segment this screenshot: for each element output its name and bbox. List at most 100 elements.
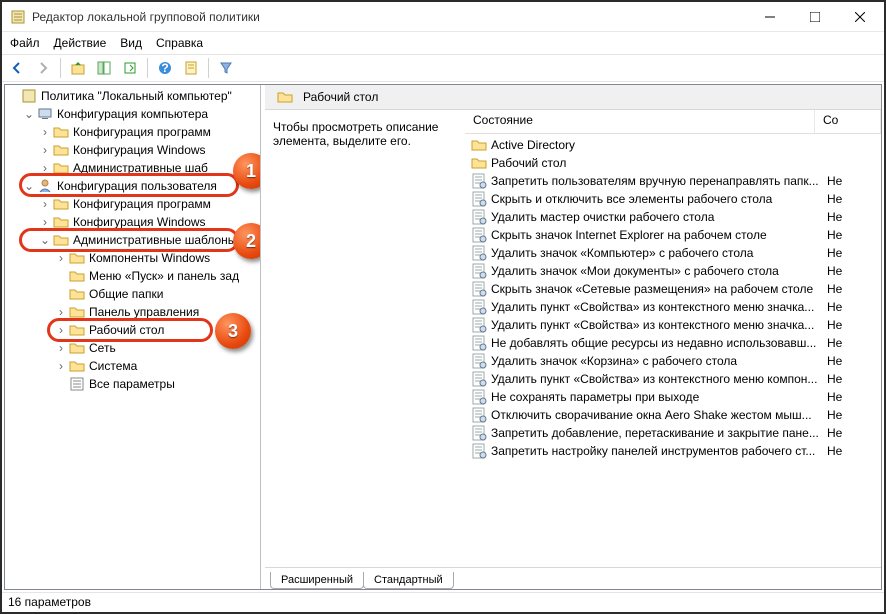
folder-icon xyxy=(53,160,69,176)
folder-icon xyxy=(53,214,69,230)
filter-button[interactable] xyxy=(215,57,237,79)
list-item[interactable]: Рабочий стол xyxy=(465,154,881,172)
list-item[interactable]: Не сохранять параметры при выходеНе xyxy=(465,388,881,406)
tab-standard[interactable]: Стандартный xyxy=(363,572,454,589)
list-header: Состояние Со xyxy=(465,110,881,134)
settings-list-icon xyxy=(69,376,85,392)
column-state[interactable]: Состояние xyxy=(465,110,815,133)
tree-user-windows[interactable]: ›Конфигурация Windows xyxy=(7,213,258,231)
close-button[interactable] xyxy=(837,3,882,31)
tab-extended[interactable]: Расширенный xyxy=(270,572,364,589)
list-item[interactable]: Удалить значок «Мои документы» с рабочег… xyxy=(465,262,881,280)
workspace: Политика "Локальный компьютер" ⌄Конфигур… xyxy=(4,84,882,590)
list-item[interactable]: Удалить мастер очистки рабочего столаНе xyxy=(465,208,881,226)
title-bar: Редактор локальной групповой политики xyxy=(2,2,884,32)
chevron-down-icon[interactable]: ⌄ xyxy=(39,234,51,246)
setting-icon xyxy=(471,407,487,423)
tree-admin-allsettings[interactable]: Все параметры xyxy=(7,375,258,393)
back-button[interactable] xyxy=(6,57,28,79)
chevron-right-icon[interactable]: › xyxy=(39,198,51,210)
chevron-right-icon[interactable]: › xyxy=(55,306,67,318)
details-panel: Рабочий стол Чтобы просмотреть описание … xyxy=(265,85,881,589)
list-item-value: Не xyxy=(821,354,842,368)
menu-view[interactable]: Вид xyxy=(120,36,142,50)
properties-button[interactable] xyxy=(180,57,202,79)
folder-icon xyxy=(53,142,69,158)
folder-icon xyxy=(53,196,69,212)
menu-file[interactable]: Файл xyxy=(10,36,40,50)
settings-list: Active DirectoryРабочий столЗапретить по… xyxy=(465,134,881,460)
tree-user-software[interactable]: ›Конфигурация программ xyxy=(7,195,258,213)
list-item[interactable]: Запретить настройку панелей инструментов… xyxy=(465,442,881,460)
menu-action[interactable]: Действие xyxy=(54,36,107,50)
tree-computer-config[interactable]: ⌄Конфигурация компьютера xyxy=(7,105,258,123)
app-icon xyxy=(10,9,26,25)
list-item-value: Не xyxy=(821,390,842,404)
list-item[interactable]: Скрыть значок «Сетевые размещения» на ра… xyxy=(465,280,881,298)
chevron-right-icon[interactable]: › xyxy=(39,216,51,228)
chevron-right-icon[interactable]: › xyxy=(39,126,51,138)
list-item[interactable]: Отключить сворачивание окна Aero Shake ж… xyxy=(465,406,881,424)
chevron-down-icon[interactable]: ⌄ xyxy=(23,108,35,120)
list-item[interactable]: Запретить добавление, перетаскивание и з… xyxy=(465,424,881,442)
tree-admin-components[interactable]: ›Компоненты Windows xyxy=(7,249,258,267)
list-item[interactable]: Удалить пункт «Свойства» из контекстного… xyxy=(465,316,881,334)
tree-comp-windows[interactable]: ›Конфигурация Windows xyxy=(7,141,258,159)
chevron-right-icon[interactable]: › xyxy=(39,162,51,174)
tree-comp-admin[interactable]: ›Административные шаб xyxy=(7,159,258,177)
up-button[interactable] xyxy=(67,57,89,79)
list-item[interactable]: Скрыть значок Internet Explorer на рабоч… xyxy=(465,226,881,244)
maximize-button[interactable] xyxy=(792,3,837,31)
setting-icon xyxy=(471,173,487,189)
chevron-down-icon[interactable]: ⌄ xyxy=(23,180,35,192)
export-list-button[interactable] xyxy=(119,57,141,79)
chevron-right-icon[interactable]: › xyxy=(55,252,67,264)
folder-icon xyxy=(69,322,85,338)
folder-icon xyxy=(277,89,293,105)
tree-root[interactable]: Политика "Локальный компьютер" xyxy=(7,87,258,105)
list-item[interactable]: Удалить значок «Компьютер» с рабочего ст… xyxy=(465,244,881,262)
forward-button[interactable] xyxy=(32,57,54,79)
list-item[interactable]: Не добавлять общие ресурсы из недавно ис… xyxy=(465,334,881,352)
list-item[interactable]: Удалить значок «Корзина» с рабочего стол… xyxy=(465,352,881,370)
folder-icon xyxy=(53,232,69,248)
list-item-name: Скрыть и отключить все элементы рабочего… xyxy=(491,192,821,206)
tree-admin-start[interactable]: Меню «Пуск» и панель зад xyxy=(7,267,258,285)
tree-user-config[interactable]: ⌄Конфигурация пользователя xyxy=(7,177,258,195)
chevron-right-icon[interactable]: › xyxy=(55,360,67,372)
list-item-value: Не xyxy=(821,282,842,296)
setting-icon xyxy=(471,299,487,315)
list-item-value: Не xyxy=(821,192,842,206)
list-item[interactable]: Удалить пункт «Свойства» из контекстного… xyxy=(465,370,881,388)
tree-admin-shared[interactable]: Общие папки xyxy=(7,285,258,303)
list-item[interactable]: Active Directory xyxy=(465,136,881,154)
list-item[interactable]: Удалить пункт «Свойства» из контекстного… xyxy=(465,298,881,316)
list-item-value: Не xyxy=(821,264,842,278)
list-item[interactable]: Скрыть и отключить все элементы рабочего… xyxy=(465,190,881,208)
policy-icon xyxy=(21,88,37,104)
setting-icon xyxy=(471,209,487,225)
chevron-right-icon[interactable]: › xyxy=(55,342,67,354)
list-item-value: Не xyxy=(821,210,842,224)
help-button[interactable]: ? xyxy=(154,57,176,79)
tree-user-admin[interactable]: ⌄Административные шаблоны xyxy=(7,231,258,249)
column-co[interactable]: Со xyxy=(815,110,881,133)
chevron-right-icon[interactable]: › xyxy=(39,144,51,156)
user-icon xyxy=(37,178,53,194)
chevron-right-icon[interactable]: › xyxy=(55,324,67,336)
callout-1: 1 xyxy=(233,153,261,189)
tree-comp-software[interactable]: ›Конфигурация программ xyxy=(7,123,258,141)
menu-help[interactable]: Справка xyxy=(156,36,203,50)
minimize-button[interactable] xyxy=(747,3,792,31)
list-item-value: Не xyxy=(821,300,842,314)
folder-icon xyxy=(69,304,85,320)
list-item[interactable]: Запретить пользователям вручную перенапр… xyxy=(465,172,881,190)
folder-icon xyxy=(69,250,85,266)
tree-admin-system[interactable]: ›Система xyxy=(7,357,258,375)
setting-icon xyxy=(471,425,487,441)
folder-icon xyxy=(69,286,85,302)
setting-icon xyxy=(471,281,487,297)
folder-icon xyxy=(471,137,487,153)
folder-icon xyxy=(471,155,487,171)
show-hide-tree-button[interactable] xyxy=(93,57,115,79)
